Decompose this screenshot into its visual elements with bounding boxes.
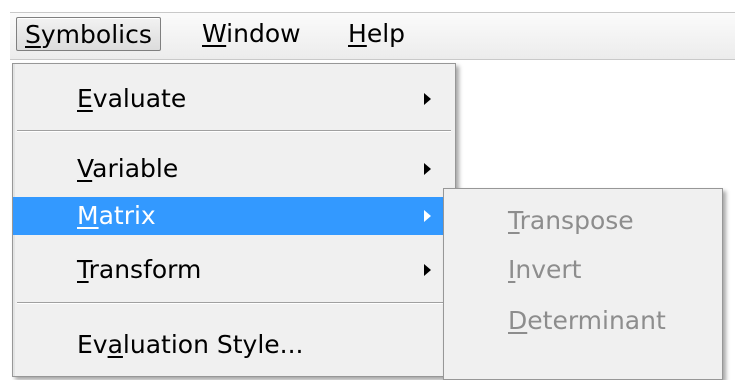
menu-separator xyxy=(17,130,451,132)
symbolics-dropdown: Evaluate Variable Matrix Transform Evalu… xyxy=(12,63,456,377)
submenu-item-invert[interactable]: Invert xyxy=(444,250,722,290)
mnemonic-letter: M xyxy=(77,201,99,230)
menu-item-transform[interactable]: Transform xyxy=(13,251,455,289)
label-pre: Ev xyxy=(77,330,108,359)
label-post: atrix xyxy=(98,201,156,230)
mnemonic-letter: T xyxy=(77,255,89,284)
menu-symbolics[interactable]: Symbolics xyxy=(16,17,161,51)
menu-help[interactable]: Help xyxy=(340,17,413,51)
submenu-item-transpose[interactable]: Transpose xyxy=(444,201,722,241)
label-post: ranspose xyxy=(519,206,634,235)
mnemonic-letter: T xyxy=(508,206,520,235)
matrix-submenu: Transpose Invert Determinant xyxy=(443,188,723,380)
mnemonic-letter: E xyxy=(77,84,93,113)
menu-label: ymbolics xyxy=(40,20,152,49)
label-post: ariable xyxy=(92,154,179,183)
menu-item-evaluation-style[interactable]: Evaluation Style... xyxy=(13,326,455,364)
label-post: valuate xyxy=(92,84,187,113)
label-post: luation Style... xyxy=(122,330,304,359)
submenu-arrow-icon xyxy=(424,93,431,105)
menu-window[interactable]: Window xyxy=(194,17,309,51)
submenu-arrow-icon xyxy=(424,210,431,222)
label-post: nvert xyxy=(515,255,582,284)
submenu-arrow-icon xyxy=(424,264,431,276)
menu-item-evaluate[interactable]: Evaluate xyxy=(13,80,455,118)
submenu-item-determinant[interactable]: Determinant xyxy=(444,301,722,341)
mnemonic-letter: a xyxy=(107,330,123,359)
menu-item-matrix[interactable]: Matrix xyxy=(13,197,455,235)
menu-bar: Symbolics Window Help xyxy=(10,12,735,60)
mnemonic-letter: D xyxy=(508,306,528,335)
menu-separator xyxy=(17,302,451,304)
mnemonic-letter: V xyxy=(77,154,93,183)
mnemonic-letter: S xyxy=(25,20,41,49)
label-post: eterminant xyxy=(527,306,666,335)
mnemonic-letter: W xyxy=(202,19,227,48)
menu-item-variable[interactable]: Variable xyxy=(13,150,455,188)
mnemonic-letter: H xyxy=(348,19,367,48)
menu-label: elp xyxy=(366,19,406,48)
menu-label: indow xyxy=(226,19,301,48)
label-post: ransform xyxy=(88,255,202,284)
submenu-arrow-icon xyxy=(424,163,431,175)
